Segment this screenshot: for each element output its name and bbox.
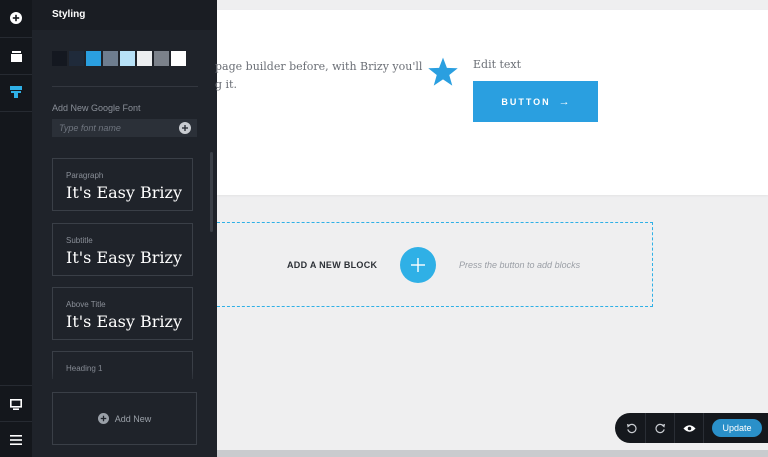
body-text[interactable]: page builder before, with Brizy you'll g…	[215, 58, 423, 94]
panel-scrollbar[interactable]	[210, 152, 213, 232]
body-text-line: page builder before, with Brizy you'll	[215, 60, 423, 73]
content-section[interactable]: page builder before, with Brizy you'll g…	[215, 10, 768, 195]
panel-title: Styling	[52, 9, 86, 20]
arrow-right-icon: →	[558, 95, 570, 108]
color-swatch[interactable]	[154, 51, 169, 66]
edit-text[interactable]: Edit text	[473, 58, 521, 71]
editor-controls: Update	[615, 413, 768, 443]
add-element-icon	[10, 12, 22, 24]
menu-icon	[10, 435, 22, 445]
eye-icon	[682, 424, 696, 432]
color-swatch[interactable]	[52, 51, 67, 66]
add-block-label: ADD A NEW BLOCK	[287, 260, 378, 270]
add-element-button[interactable]	[0, 0, 32, 36]
plus-icon	[411, 258, 425, 272]
color-swatch[interactable]	[69, 51, 84, 66]
add-block-button[interactable]	[400, 247, 436, 283]
toolbar-divider	[0, 111, 32, 112]
styling-icon	[10, 86, 22, 98]
typography-label: Above Title	[66, 300, 106, 309]
star-icon[interactable]	[427, 57, 459, 87]
pages-button[interactable]	[0, 38, 32, 74]
panel-header: Styling	[32, 0, 217, 30]
left-toolbar	[0, 0, 32, 457]
plus-circle-icon	[97, 413, 109, 424]
google-font-label: Add New Google Font	[52, 103, 141, 113]
panel-divider	[52, 86, 198, 87]
add-new-label: Add New	[114, 413, 152, 424]
redo-icon	[654, 423, 665, 433]
add-block-zone: ADD A NEW BLOCK Press the button to add …	[217, 222, 653, 307]
typography-subtitle[interactable]: Subtitle It's Easy Brizy	[52, 223, 193, 276]
color-swatch[interactable]	[137, 51, 152, 66]
undo-icon	[626, 423, 637, 433]
google-font-field	[52, 119, 197, 137]
typography-paragraph[interactable]: Paragraph It's Easy Brizy	[52, 158, 193, 211]
canvas-bottom-edge	[217, 450, 768, 457]
device-desktop-icon	[10, 398, 22, 410]
redo-button[interactable]	[646, 413, 675, 443]
typography-above-title[interactable]: Above Title It's Easy Brizy	[52, 287, 193, 340]
color-swatch[interactable]	[171, 51, 186, 66]
typography-sample: It's Easy Brizy	[66, 183, 182, 202]
add-font-icon[interactable]	[179, 122, 191, 134]
cta-button[interactable]: BUTTON →	[473, 81, 598, 122]
color-swatch[interactable]	[103, 51, 118, 66]
add-block-hint: Press the button to add blocks	[459, 260, 581, 270]
color-swatch[interactable]	[86, 51, 101, 66]
typography-sample: It's Easy Brizy	[66, 312, 182, 331]
add-new-typography-button[interactable]: Add New	[52, 392, 197, 445]
typography-label: Paragraph	[66, 171, 104, 180]
typography-label: Subtitle	[66, 236, 93, 245]
cta-button-label: BUTTON	[501, 96, 551, 107]
preview-button[interactable]	[675, 413, 704, 443]
main-menu-button[interactable]	[0, 422, 32, 457]
color-palette	[52, 51, 188, 66]
list-fade	[32, 368, 217, 390]
undo-button[interactable]	[617, 413, 646, 443]
font-name-input[interactable]	[52, 119, 179, 137]
typography-sample: It's Easy Brizy	[66, 248, 182, 267]
editor-window: Styling Add New Google Font Paragraph It…	[0, 0, 768, 457]
update-button[interactable]: Update	[712, 419, 762, 437]
styling-panel: Styling Add New Google Font Paragraph It…	[32, 0, 217, 457]
pages-icon	[10, 50, 22, 62]
body-text-line: g it.	[215, 78, 237, 91]
device-button[interactable]	[0, 386, 32, 422]
color-swatch[interactable]	[120, 51, 135, 66]
styling-button[interactable]	[0, 74, 32, 110]
